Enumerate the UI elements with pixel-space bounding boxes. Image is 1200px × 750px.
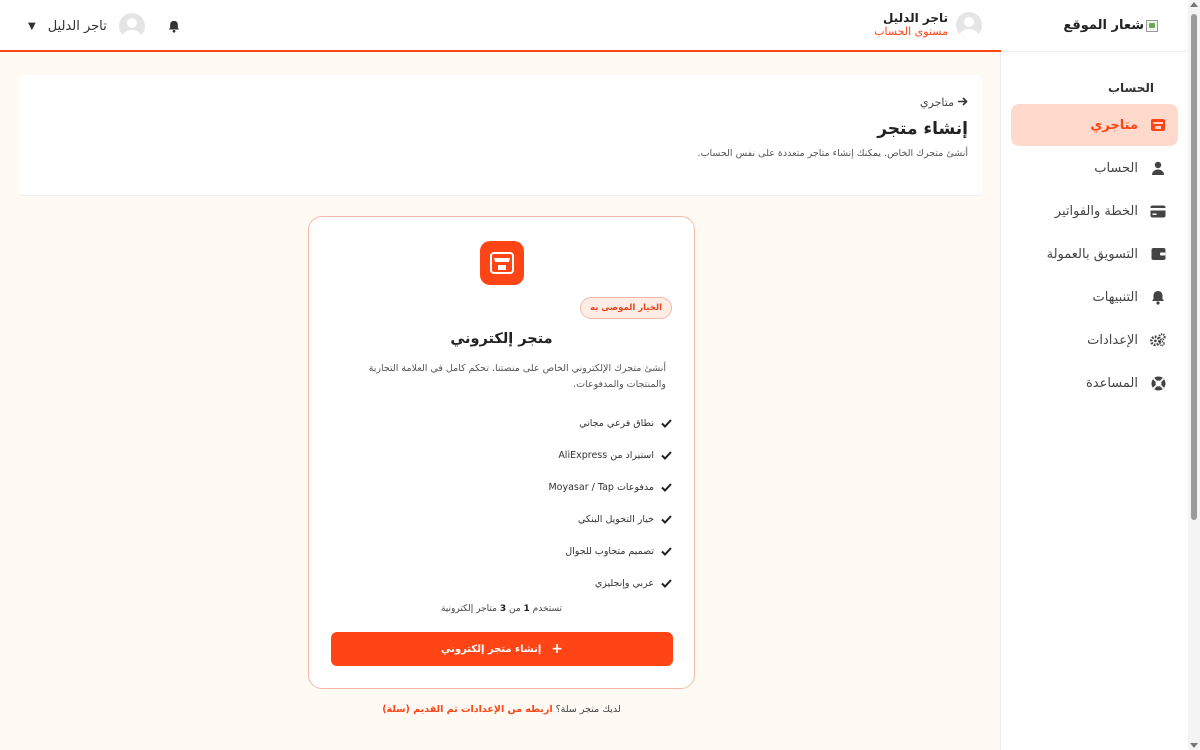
page-title: إنشاء متجر bbox=[877, 119, 968, 139]
feature-label: عربي وإنجليزي bbox=[594, 577, 654, 589]
sidebar-item-help[interactable]: المساعدة bbox=[1011, 362, 1178, 404]
list-item: استيراد من AliExpress bbox=[332, 439, 672, 471]
feature-label: نطاق فرعي مجاني bbox=[579, 417, 654, 429]
sidebar-section-title: الحساب bbox=[1107, 81, 1154, 95]
usage-mid: من bbox=[508, 604, 521, 614]
sidebar-item-label: الحساب bbox=[1094, 160, 1138, 176]
sidebar-item-label: المساعدة bbox=[1085, 375, 1138, 391]
sidebar-item-account[interactable]: الحساب bbox=[1011, 147, 1178, 189]
top-header: تاجر الدليل مستوى الحساب ▼ تاجر الدليل bbox=[0, 0, 1001, 52]
sidebar-item-label: الإعدادات bbox=[1087, 332, 1138, 348]
list-item: نطاق فرعي مجاني bbox=[332, 407, 672, 439]
sidebar-item-label: التسويق بالعمولة bbox=[1046, 246, 1138, 262]
avatar bbox=[956, 12, 982, 39]
logo-text: شعار الموقع bbox=[1063, 18, 1144, 33]
sidebar: شعار الموقع الحساب متاجري الحساب الخطة و… bbox=[1000, 0, 1188, 750]
logo-image[interactable]: شعار الموقع bbox=[1063, 18, 1158, 33]
gears-icon bbox=[1150, 332, 1166, 348]
arrow-right-icon bbox=[958, 96, 968, 109]
store-icon bbox=[1150, 117, 1166, 133]
breadcrumb-link[interactable]: متاجري bbox=[920, 96, 954, 109]
list-item: خيار التحويل البنكي bbox=[332, 503, 672, 535]
sidebar-item-label: التنبيهات bbox=[1092, 289, 1138, 305]
user-dropdown-name: تاجر الدليل bbox=[47, 18, 107, 34]
user-names: تاجر الدليل مستوى الحساب bbox=[874, 11, 948, 38]
avatar bbox=[118, 13, 145, 39]
create-store-button-label: إنشاء متجر إلكتروني bbox=[441, 643, 542, 655]
sidebar-item-label: الخطة والفواتير bbox=[1054, 203, 1138, 219]
header-notifications-button[interactable] bbox=[168, 18, 180, 37]
sidebar-item-plan-billing[interactable]: الخطة والفواتير bbox=[1011, 190, 1178, 232]
feature-list: نطاق فرعي مجاني استيراد من AliExpress مد… bbox=[332, 407, 672, 599]
breadcrumb[interactable]: متاجري bbox=[920, 96, 968, 109]
check-icon bbox=[660, 481, 672, 493]
sidebar-nav: متاجري الحساب الخطة والفواتير التسويق با… bbox=[1001, 104, 1188, 404]
store-icon bbox=[480, 241, 524, 285]
list-item: عربي وإنجليزي bbox=[332, 567, 672, 599]
check-icon bbox=[660, 577, 672, 589]
check-icon bbox=[660, 449, 672, 461]
sidebar-item-label: متاجري bbox=[1090, 117, 1138, 133]
scroll-thumb[interactable] bbox=[1191, 14, 1197, 520]
create-store-button[interactable]: + إنشاء متجر إلكتروني bbox=[331, 632, 673, 666]
user-name: تاجر الدليل bbox=[883, 11, 948, 25]
list-item: مدفوعات Moyasar / Tap bbox=[332, 471, 672, 503]
feature-label: استيراد من AliExpress bbox=[558, 449, 654, 461]
ecommerce-store-card: الخيار الموصى به متجر إلكتروني أنشئ متجر… bbox=[308, 216, 695, 689]
usage-suffix: متاجر إلكترونية bbox=[440, 604, 497, 614]
store-card-description: أنشئ متجرك الإلكتروني الخاص على منصتنا. … bbox=[368, 363, 666, 390]
check-icon bbox=[660, 513, 672, 525]
page-scrollbar[interactable] bbox=[1188, 0, 1200, 750]
life-ring-icon bbox=[1150, 375, 1166, 391]
check-icon bbox=[660, 545, 672, 557]
salla-connect-link[interactable]: اربطه من الإعدادات ثم القديم (سلة) bbox=[382, 704, 552, 715]
broken-image-icon bbox=[1146, 19, 1158, 32]
sidebar-item-settings[interactable]: الإعدادات bbox=[1011, 319, 1178, 361]
wallet-icon bbox=[1150, 246, 1166, 262]
store-usage-count: تستخدم 1 من 3 متاجر إلكترونية bbox=[309, 604, 694, 614]
salla-question: لديك متجر سلة؟ bbox=[555, 704, 621, 715]
scroll-down-arrow[interactable] bbox=[1190, 743, 1198, 748]
salla-connect-note: لديك متجر سلة؟ اربطه من الإعدادات ثم الق… bbox=[308, 704, 695, 715]
account-level: مستوى الحساب bbox=[874, 24, 948, 38]
feature-label: مدفوعات Moyasar / Tap bbox=[548, 481, 654, 493]
usage-used: 1 bbox=[523, 604, 530, 614]
usage-prefix: تستخدم bbox=[532, 604, 563, 614]
logo[interactable]: شعار الموقع bbox=[1001, 0, 1188, 52]
sidebar-item-my-stores[interactable]: متاجري bbox=[1011, 104, 1178, 146]
user-dropdown[interactable]: ▼ تاجر الدليل bbox=[28, 13, 145, 39]
credit-card-icon bbox=[1150, 203, 1166, 219]
sidebar-item-notifications[interactable]: التنبيهات bbox=[1011, 276, 1178, 318]
caret-down-icon: ▼ bbox=[28, 20, 36, 32]
feature-label: تصميم متجاوب للجوال bbox=[565, 545, 654, 557]
store-card-title: متجر إلكتروني bbox=[450, 331, 553, 347]
sidebar-item-affiliate[interactable]: التسويق بالعمولة bbox=[1011, 233, 1178, 275]
list-item: تصميم متجاوب للجوال bbox=[332, 535, 672, 567]
user-icon bbox=[1150, 160, 1166, 176]
plus-icon: + bbox=[551, 641, 564, 657]
feature-label: خيار التحويل البنكي bbox=[578, 513, 654, 525]
scroll-up-arrow[interactable] bbox=[1190, 2, 1198, 7]
bell-icon bbox=[1150, 289, 1166, 305]
page-description: أنشئ متجرك الخاص. يمكنك إنشاء متاجر متعد… bbox=[697, 148, 968, 159]
recommended-badge: الخيار الموصى به bbox=[580, 297, 672, 319]
page-heading-card: متاجري إنشاء متجر أنشئ متجرك الخاص. يمكن… bbox=[19, 75, 982, 196]
check-icon bbox=[660, 417, 672, 429]
usage-total: 3 bbox=[499, 604, 507, 614]
bell-icon bbox=[168, 18, 180, 37]
header-user-info[interactable]: تاجر الدليل مستوى الحساب bbox=[874, 11, 982, 39]
